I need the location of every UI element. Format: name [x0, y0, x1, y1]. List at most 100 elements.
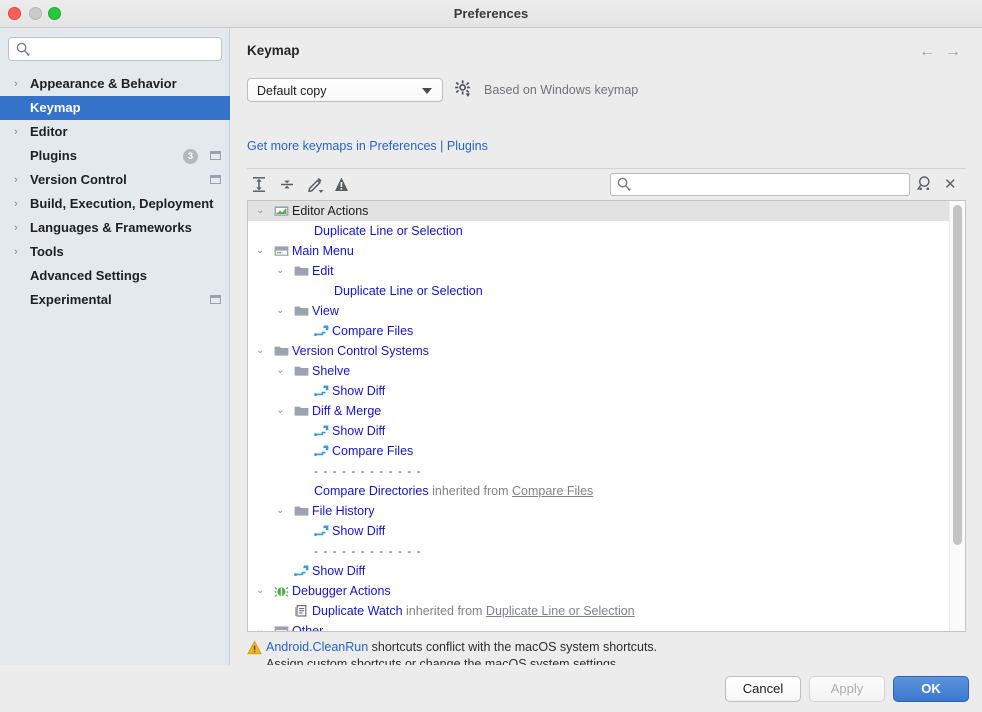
warning-icon [247, 640, 262, 658]
sidebar-item-build-execution-deployment[interactable]: › Build, Execution, Deployment [0, 192, 230, 216]
chevron-down-icon[interactable]: ⌄ [276, 361, 284, 381]
sidebar-nav-list: › Appearance & Behavior Keymap › Editor Plugi… [0, 72, 230, 312]
sidebar-item-tools[interactable]: › Tools [0, 240, 230, 264]
tree-row[interactable]: ⌄ Debugger Actions [248, 581, 949, 601]
conflict-action-link[interactable]: Android.CleanRun [266, 640, 368, 654]
tree-row[interactable]: ⌄ Other [248, 621, 949, 632]
tree-row[interactable]: Compare Directories inherited from Compa… [248, 481, 949, 501]
tree-action-name: Show Diff [332, 424, 386, 438]
tree-action-name: Diff & Merge [312, 404, 382, 418]
chevron-right-icon: › [14, 198, 18, 210]
tree-row[interactable]: Compare Files⌃D⌘D [248, 321, 949, 341]
edit-shortcut-icon[interactable] [307, 176, 325, 196]
open-in-window-icon[interactable] [210, 175, 221, 184]
tree-row[interactable]: Show Diff⌃D⌘D [248, 381, 949, 401]
chevron-down-icon[interactable]: ⌄ [256, 621, 264, 631]
search-icon [16, 42, 30, 60]
sidebar-item-label: Keymap [30, 100, 81, 115]
find-by-shortcut-icon[interactable] [916, 175, 933, 195]
keymap-settings-pane: Keymap ← → Default copy Based on Windows… [231, 28, 982, 671]
tree-action-name: View [312, 304, 339, 318]
conflicts-filter-icon[interactable] [334, 176, 349, 196]
sidebar-item-label: Advanced Settings [30, 268, 148, 283]
sidebar-item-label: Tools [30, 244, 64, 259]
keymap-tree: ⌄ Editor Actions Duplicate Line or Selecti… [247, 200, 966, 632]
sidebar-item-plugins[interactable]: Plugins 3 [0, 144, 230, 168]
search-input-wrapper[interactable] [8, 37, 222, 61]
tree-action-name: Duplicate Line or Selection [314, 224, 463, 238]
chevron-down-icon[interactable]: ⌄ [256, 201, 264, 221]
open-in-window-icon[interactable] [210, 151, 221, 160]
cancel-button[interactable]: Cancel [725, 676, 801, 702]
chevron-down-icon[interactable]: ⌄ [276, 401, 284, 421]
tree-row[interactable]: ⌄ Version Control Systems [248, 341, 949, 361]
tree-row[interactable]: ⌄ Edit [248, 261, 949, 281]
keymap-tree-rows: ⌄ Editor Actions Duplicate Line or Selecti… [248, 201, 949, 632]
keymap-select[interactable]: Default copy [247, 78, 443, 102]
sidebar-item-advanced-settings[interactable]: Advanced Settings [0, 264, 230, 288]
sidebar-item-label: Languages & Frameworks [30, 220, 192, 235]
tree-action-name: Show Diff [332, 524, 386, 538]
inherited-source-link[interactable]: Compare Files [512, 484, 593, 498]
sidebar-item-label: Appearance & Behavior [30, 76, 177, 91]
tree-action-name: Other [292, 624, 324, 632]
chevron-down-icon[interactable]: ⌄ [276, 301, 284, 321]
tree-row[interactable]: Duplicate Watch inherited from Duplicate… [248, 601, 949, 621]
shortcut-filter-field[interactable] [610, 173, 910, 196]
chevron-down-icon[interactable]: ⌄ [276, 501, 284, 521]
chevron-down-icon[interactable]: ⌄ [276, 261, 284, 281]
chevron-right-icon: › [14, 174, 18, 186]
tree-row[interactable]: Show Diff⌃D⌘D [248, 521, 949, 541]
navigate-forward-icon[interactable]: → [945, 43, 961, 61]
apply-button[interactable]: Apply [809, 676, 885, 702]
tree-row[interactable]: ⌄ Shelve [248, 361, 949, 381]
tree-row[interactable]: ⌄ File History [248, 501, 949, 521]
tree-action-name: Editor Actions [292, 204, 369, 218]
tree-action-name: Show Diff [312, 564, 366, 578]
chevron-down-icon[interactable]: ⌄ [256, 341, 264, 361]
scrollbar-thumb[interactable] [953, 205, 962, 545]
chevron-down-icon[interactable]: ⌄ [256, 581, 264, 601]
tree-row[interactable]: ⌄ Diff & Merge [248, 401, 949, 421]
collapse-all-icon[interactable] [279, 176, 295, 196]
tree-row[interactable]: - - - - - - - - - - - - [248, 461, 949, 481]
search-input[interactable] [35, 40, 217, 59]
sidebar-search[interactable] [8, 37, 222, 61]
navigate-back-icon[interactable]: ← [919, 43, 935, 61]
sidebar-item-experimental[interactable]: Experimental [0, 288, 230, 312]
ok-button[interactable]: OK [893, 676, 969, 702]
tree-row[interactable]: - - - - - - - - - - - - [248, 541, 949, 561]
gear-icon[interactable] [455, 80, 472, 101]
tree-row[interactable]: Show Diff⌃D⌘D [248, 561, 949, 581]
filter-input[interactable] [635, 175, 907, 194]
tree-row[interactable]: Duplicate Line or Selection⌃D⌘D [248, 221, 949, 241]
tree-action-name: Duplicate Line or Selection [334, 284, 483, 298]
tree-row[interactable]: Show Diff⌃D⌘D [248, 421, 949, 441]
conflict-warning-text: shortcuts conflict with the macOS system… [368, 640, 658, 654]
sidebar-item-keymap[interactable]: Keymap [0, 96, 230, 120]
chevron-down-icon[interactable]: ⌄ [256, 241, 264, 261]
close-icon[interactable]: ✕ [944, 175, 957, 193]
open-in-window-icon[interactable] [210, 295, 221, 304]
inherited-source-link[interactable]: Duplicate Line or Selection [486, 604, 635, 618]
tree-row[interactable]: Duplicate Line or Selection⌃D⌘D [248, 281, 949, 301]
expand-all-icon[interactable] [251, 176, 267, 196]
tree-action-name: Compare Files [332, 444, 414, 458]
tree-action-name: File History [312, 504, 375, 518]
window-titlebar: Preferences [0, 0, 982, 28]
sidebar-item-languages-frameworks[interactable]: › Languages & Frameworks [0, 216, 230, 240]
tree-action-name: Compare Files [332, 324, 414, 338]
tree-row[interactable]: ⌄ Main Menu [248, 241, 949, 261]
tree-action-name: Version Control Systems [292, 344, 429, 358]
get-more-keymaps-link[interactable]: Get more keymaps in Preferences | Plugin… [247, 139, 488, 153]
dialog-button-bar: Cancel Apply OK CSDN @merbng [0, 665, 982, 712]
sidebar-item-version-control[interactable]: › Version Control [0, 168, 230, 192]
sidebar-item-appearance-behavior[interactable]: › Appearance & Behavior [0, 72, 230, 96]
tree-row[interactable]: Compare Files⌃D⌘D [248, 441, 949, 461]
tree-vertical-scrollbar[interactable] [949, 201, 965, 631]
sidebar-item-editor[interactable]: › Editor [0, 120, 230, 144]
tree-row[interactable]: ⌄ View [248, 301, 949, 321]
tree-row[interactable]: ⌄ Editor Actions [248, 201, 949, 221]
sidebar-item-label: Plugins [30, 148, 77, 163]
tree-action-name: Main Menu [292, 244, 354, 258]
